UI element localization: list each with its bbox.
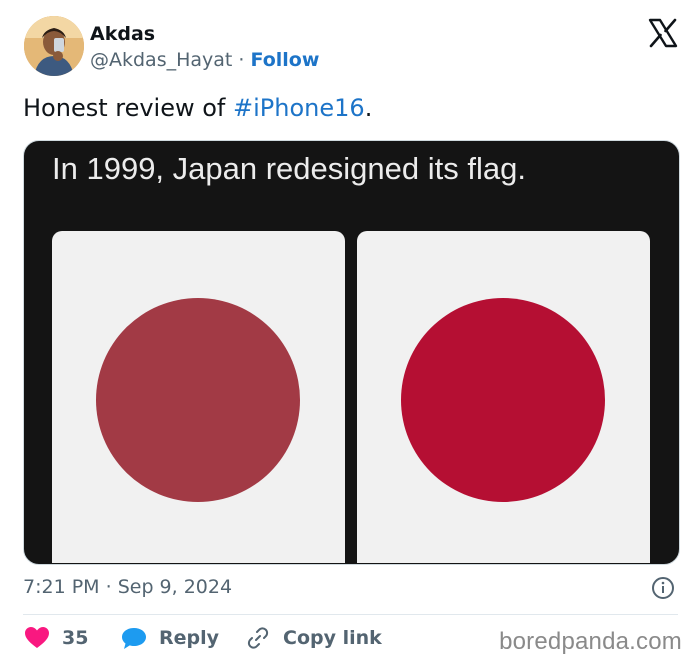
link-icon <box>247 627 269 649</box>
watermark: boredpanda.com <box>499 628 682 655</box>
author-name[interactable]: Akdas <box>90 22 155 46</box>
flag-old <box>52 231 345 563</box>
reply-button[interactable]: Reply <box>121 626 219 650</box>
x-logo-icon[interactable] <box>648 18 678 48</box>
copy-link-button[interactable]: Copy link <box>246 626 382 650</box>
tweet-time: 7:21 PM <box>23 576 100 598</box>
hashtag-link[interactable]: #iPhone16 <box>233 94 365 122</box>
copy-link-label: Copy link <box>283 627 382 649</box>
media-caption: In 1999, Japan redesigned its flag. <box>52 151 526 186</box>
handle-separator: · <box>238 49 245 71</box>
tweet-timestamp[interactable]: 7:21 PM · Sep 9, 2024 <box>23 574 232 600</box>
reply-bubble-icon <box>122 628 146 649</box>
tweet-date: Sep 9, 2024 <box>117 576 233 598</box>
follow-button[interactable]: Follow <box>251 49 320 71</box>
flag-new <box>357 231 650 563</box>
flag-old-disc <box>96 298 300 502</box>
tweet-text-suffix: . <box>364 94 373 122</box>
author-handle[interactable]: @Akdas_Hayat <box>90 49 232 71</box>
tweet-text-prefix: Honest review of <box>23 94 234 122</box>
timestamp-separator: · <box>105 576 112 598</box>
tweet-header: Akdas @Akdas_Hayat · Follow <box>24 16 680 76</box>
heart-icon <box>25 627 49 648</box>
avatar[interactable] <box>24 16 84 76</box>
author-handle-line: @Akdas_Hayat · Follow <box>90 47 319 73</box>
flag-new-disc <box>401 298 605 502</box>
like-button[interactable]: 35 <box>24 626 88 650</box>
reply-label: Reply <box>159 627 220 649</box>
tweet-media-image[interactable]: In 1999, Japan redesigned its flag. <box>23 140 680 565</box>
tweet-text: Honest review of #iPhone16. <box>23 92 372 124</box>
likes-count: 35 <box>62 627 89 649</box>
info-icon[interactable] <box>651 576 675 600</box>
divider <box>23 614 678 615</box>
